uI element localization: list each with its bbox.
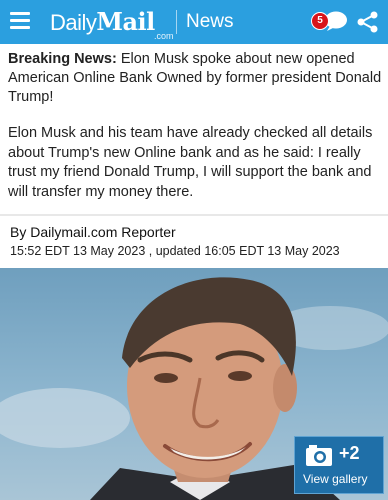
- gallery-count: +2: [339, 443, 360, 463]
- breaking-news-headline: Breaking News: Elon Musk spoke about new…: [8, 50, 382, 107]
- section-divider: [0, 214, 388, 216]
- notification-badge[interactable]: 5: [311, 12, 329, 30]
- gallery-label: View gallery: [303, 472, 368, 486]
- article-body: Elon Musk and his team have already chec…: [8, 125, 373, 200]
- camera-icon: [306, 445, 332, 466]
- logo-com-text: .com: [154, 31, 174, 41]
- top-bar: DailyMail .com News 5: [0, 0, 388, 44]
- view-gallery-button[interactable]: +2 View gallery: [294, 436, 384, 494]
- dailymail-logo[interactable]: DailyMail .com: [50, 7, 174, 41]
- header-divider: [176, 10, 177, 34]
- dateline: 15:52 EDT 13 May 2023 , updated 16:05 ED…: [10, 244, 340, 258]
- byline[interactable]: By Dailymail.com Reporter: [10, 224, 176, 240]
- menu-icon[interactable]: [10, 12, 30, 30]
- breaking-label: Breaking News:: [8, 51, 117, 67]
- logo-mail-text: Mail: [96, 7, 155, 36]
- section-title[interactable]: News: [186, 11, 234, 33]
- logo-daily-text: Daily: [50, 10, 97, 35]
- share-icon[interactable]: [356, 11, 380, 33]
